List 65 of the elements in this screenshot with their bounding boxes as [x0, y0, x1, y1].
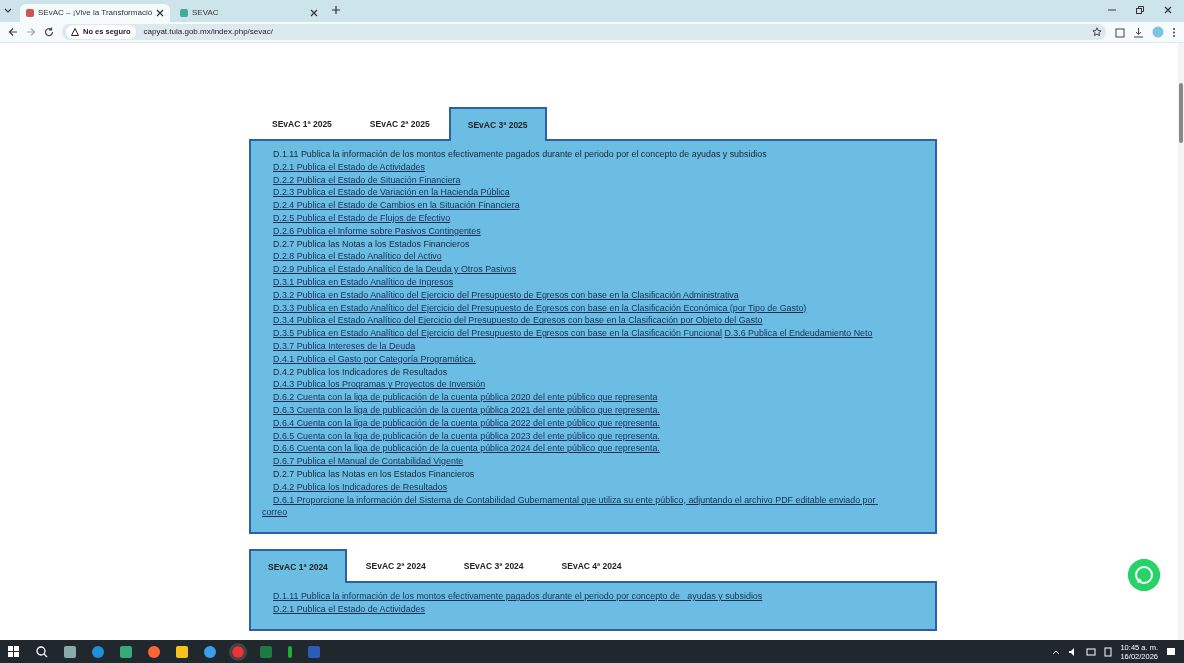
document-link[interactable]: D.3.4 Publica el Estado Analítico del Ejercicio del Presupuesto de Egresos con base en la Clasificación por Objeto del Gasto [262, 314, 883, 328]
document-link[interactable]: D.4.3 Publica los Programas y Proyectos de Inversión [262, 378, 883, 392]
restore-icon[interactable] [1136, 6, 1144, 14]
favicon-icon [180, 9, 188, 17]
menu-icon[interactable] [1172, 26, 1176, 38]
download-icon[interactable] [1133, 26, 1144, 38]
section-tab[interactable]: SEvAC 1ª 2025 [253, 107, 351, 139]
plus-icon[interactable] [332, 6, 340, 14]
item-text: D.1.11 Publica la información de los montos efectivamente pagados durante el periodo por el concepto de ayudas y subsidios [272, 148, 768, 161]
document-link[interactable]: D.4.1 Publica el Gasto por Categoría Programática. [262, 352, 883, 366]
favicon-icon [26, 9, 34, 17]
section-tab[interactable]: SEvAC 1ª 2024 [249, 549, 347, 584]
document-link[interactable]: D.2.2 Publica el Estado de Situación Financiera [262, 173, 883, 187]
url-text: capyat.tula.gob.mx/index.php/sevac/ [143, 26, 273, 38]
section-tab[interactable]: SEvAC 2ª 2025 [350, 107, 449, 139]
document-link[interactable]: D.6.2 Cuenta con la liga de publicación de la cuenta pública 2020 del ente público que representa [262, 391, 883, 404]
task-view-icon[interactable] [64, 645, 76, 658]
browser-tab[interactable]: SEvAC – ¡Vive la Transformació [20, 4, 170, 22]
document-link[interactable]: D.3.7 Publica Intereses de la Deuda [262, 339, 883, 353]
app-icon[interactable] [288, 645, 292, 658]
document-link[interactable]: D.6.3 Cuenta con la liga de publicación de la cuenta pública 2021 del ente público que representa. [262, 403, 883, 417]
document-link[interactable]: D.1.11 Publica la información de los montos efectivamente pagados durante el periodo por concepto de ayudas y subsidios [262, 590, 883, 603]
document-link[interactable]: D.2.8 Publica el Estado Analítico del Activo [262, 250, 883, 264]
document-link[interactable]: D.2.6 Publica el Informe sobre Pasivos Contingentes [262, 224, 883, 238]
document-link[interactable]: D.3.3 Publica en Estado Analítico del Ejercicio del Presupuesto de Egresos con base en la Clasificación Económica (por Tipo de Gasto) [262, 301, 883, 315]
document-link[interactable]: D.6.1 Proporcione la información del Sistema de Contabilidad Gubernamental que utiliza su ente público, adjuntando el archivo PDF editable enviado por correo [262, 493, 883, 520]
document-link[interactable]: D.2.1 Publica el Estado de Actividades [262, 602, 883, 616]
document-link[interactable]: D.2.5 Publica el Estado de Flujos de Efectivo [262, 212, 883, 225]
document-link[interactable]: D.4.2 Publica los Indicadores de Resultados [262, 480, 883, 494]
notification-icon[interactable] [1166, 646, 1176, 657]
document-link[interactable]: D.2.1 Publica el Estado de Actividades [262, 160, 883, 174]
document-link[interactable]: D.3.5 Publica en Estado Analítico del Ejercicio del Presupuesto de Egresos con base en la Clasificación Funcional [273, 328, 722, 339]
document-link[interactable]: D.3.6 Publica el Endeudamiento Neto [724, 328, 873, 339]
document-link[interactable]: D.3.2 Publica en Estado Analítico del Ejercicio del Presupuesto de Egresos con base en la Clasificación Administrativa [262, 288, 883, 302]
extensions-icon[interactable] [1114, 26, 1125, 38]
document-link[interactable]: D.2.3 Publica el Estado de Variación en la Hacienda Pública [262, 186, 883, 200]
document-link[interactable]: D.6.4 Cuenta con la liga de publicación de la cuenta pública 2022 del ente público que representa. [262, 416, 883, 430]
browser-tab[interactable]: SEVAC [174, 4, 324, 22]
section-tab[interactable]: SEvAC 3ª 2025 [448, 107, 547, 141]
chevron-up-icon[interactable] [1052, 648, 1061, 655]
back-icon[interactable] [8, 27, 18, 37]
search-icon[interactable] [36, 645, 48, 658]
star-icon[interactable] [1092, 27, 1102, 37]
document-link[interactable]: D.6.6 Cuenta con la liga de publicación de la cuenta pública 2024 del ente público que representa. [262, 442, 883, 456]
app-icon[interactable] [204, 645, 216, 658]
reload-icon[interactable] [44, 27, 54, 37]
document-link[interactable]: D.3.1 Publica en Estado Analítico de Ingresos [262, 275, 883, 289]
scrollbar[interactable] [1178, 43, 1184, 640]
item-text: D.2.7 Publica las Notas en los Estados Financieros [272, 467, 476, 481]
document-link[interactable]: D.6.5 Cuenta con la liga de publicación de la cuenta pública 2023 del ente público que representa. [262, 429, 883, 443]
warning-icon [71, 28, 79, 36]
document-link[interactable]: D.2.9 Publica el Estado Analítico de la Deuda y Otros Pasivos [262, 263, 883, 276]
item-text: D.4.2 Publica los Indicadores de Resultados [272, 365, 449, 379]
chevron-down-icon[interactable] [4, 8, 12, 14]
start-icon[interactable] [8, 645, 20, 658]
close-icon[interactable] [310, 9, 318, 17]
close-icon[interactable] [1164, 6, 1172, 14]
section-tab[interactable]: SEvAC 3ª 2024 [444, 549, 543, 582]
section-tab[interactable]: SEvAC 4ª 2024 [542, 549, 641, 582]
section-tab[interactable]: SEvAC 2ª 2024 [346, 549, 445, 582]
close-icon[interactable] [156, 9, 164, 17]
minimize-icon[interactable] [1108, 6, 1116, 14]
item-text: D.2.7 Publica las Notas a los Estados Financieros [272, 237, 471, 251]
document-link[interactable]: D.2.4 Publica el Estado de Cambios en la Situación Financiera [262, 199, 883, 212]
document-link[interactable]: D.6.7 Publica el Manual de Contabilidad Vigente [262, 455, 883, 468]
